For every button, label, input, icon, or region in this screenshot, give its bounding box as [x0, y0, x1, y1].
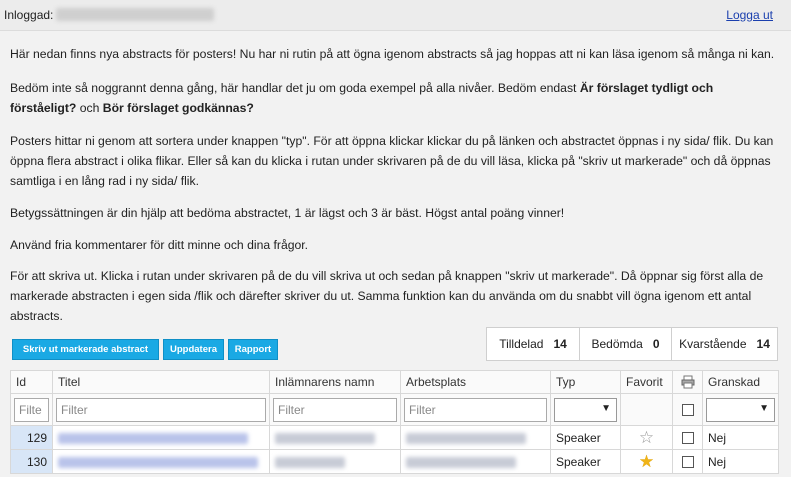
review-stats: Tilldelad 14 Bedömda 0 Kvarstående 14	[486, 327, 778, 361]
type-filter-select[interactable]: ▼	[554, 397, 617, 422]
stat-reviewed-value: 0	[652, 337, 660, 351]
stat-assigned-value: 14	[553, 337, 567, 351]
abstract-title-link[interactable]	[58, 456, 258, 468]
table-row: 130 Speaker ★ Nej	[10, 449, 779, 474]
row-id: 129	[10, 425, 53, 450]
top-bar: Inloggad: Logga ut	[0, 0, 791, 30]
star-icon[interactable]: ☆	[639, 428, 654, 447]
submitter-name	[275, 432, 375, 444]
update-button[interactable]: Uppdatera	[163, 339, 224, 360]
report-button[interactable]: Rapport	[228, 339, 278, 360]
id-filter-input[interactable]	[14, 397, 49, 422]
logged-in-label: Inloggad:	[4, 8, 54, 22]
stat-assigned-label: Tilldelad	[499, 337, 544, 351]
logout-link[interactable]: Logga ut	[726, 8, 773, 22]
intro-paragraph-3: Posters hittar ni genom att sortera unde…	[10, 134, 774, 188]
printer-icon	[681, 375, 694, 389]
abstract-title-link[interactable]	[58, 432, 248, 444]
intro-paragraph-2: Bedöm inte så noggrannt denna gång, här …	[10, 81, 714, 115]
column-header-submitter[interactable]: Inlämnarens namn	[269, 370, 401, 394]
select-all-checkbox[interactable]	[681, 404, 694, 417]
submitter-name	[275, 456, 345, 468]
row-type: Speaker	[550, 425, 621, 450]
favorite-filter-cell	[620, 393, 673, 426]
chevron-down-icon: ▼	[601, 402, 611, 414]
column-header-type[interactable]: Typ	[550, 370, 621, 394]
intro-paragraph-6: För att skriva ut. Klicka i rutan under …	[10, 269, 764, 323]
row-reviewed: Nej	[702, 425, 779, 450]
row-reviewed: Nej	[702, 449, 779, 474]
stat-remaining-label: Kvarstående	[679, 337, 747, 351]
column-header-favorite[interactable]: Favorit	[620, 370, 673, 394]
stat-reviewed: Bedömda 0	[580, 328, 672, 360]
intro-paragraph-5: Använd fria kommentarer för ditt minne o…	[10, 238, 309, 252]
row-print-checkbox[interactable]	[681, 432, 694, 445]
column-header-workplace[interactable]: Arbetsplats	[400, 370, 551, 394]
intro-paragraph-1: Här nedan finns nya abstracts för poster…	[10, 47, 775, 61]
table-filter-row: ▼ ▼	[10, 393, 779, 426]
column-header-reviewed[interactable]: Granskad	[702, 370, 779, 394]
row-print-checkbox[interactable]	[681, 456, 694, 469]
abstracts-table: Id Titel Inlämnarens namn Arbetsplats Ty…	[10, 370, 779, 474]
workplace-name	[406, 432, 526, 444]
column-header-id[interactable]: Id	[10, 370, 53, 394]
stat-reviewed-label: Bedömda	[591, 337, 643, 351]
stat-remaining: Kvarstående 14	[672, 328, 777, 360]
column-header-title[interactable]: Titel	[52, 370, 270, 394]
logged-in-user-name	[56, 8, 214, 21]
submitter-filter-input[interactable]	[273, 397, 397, 422]
star-icon[interactable]: ★	[639, 452, 654, 471]
row-id: 130	[10, 449, 53, 474]
table-header-row: Id Titel Inlämnarens namn Arbetsplats Ty…	[10, 370, 779, 394]
column-header-print[interactable]	[672, 370, 703, 394]
title-filter-input[interactable]	[56, 397, 266, 422]
workplace-filter-input[interactable]	[404, 397, 547, 422]
print-selected-button[interactable]: Skriv ut markerade abstract	[12, 339, 159, 360]
row-type: Speaker	[550, 449, 621, 474]
table-row: 129 Speaker ☆ Nej	[10, 425, 779, 450]
reviewed-filter-select[interactable]: ▼	[706, 397, 775, 422]
intro-paragraph-4: Betygssättningen är din hjälp att bedöma…	[10, 206, 565, 220]
stat-assigned: Tilldelad 14	[487, 328, 580, 360]
workplace-name	[406, 456, 516, 468]
stat-remaining-value: 14	[756, 337, 770, 351]
chevron-down-icon: ▼	[759, 402, 769, 414]
